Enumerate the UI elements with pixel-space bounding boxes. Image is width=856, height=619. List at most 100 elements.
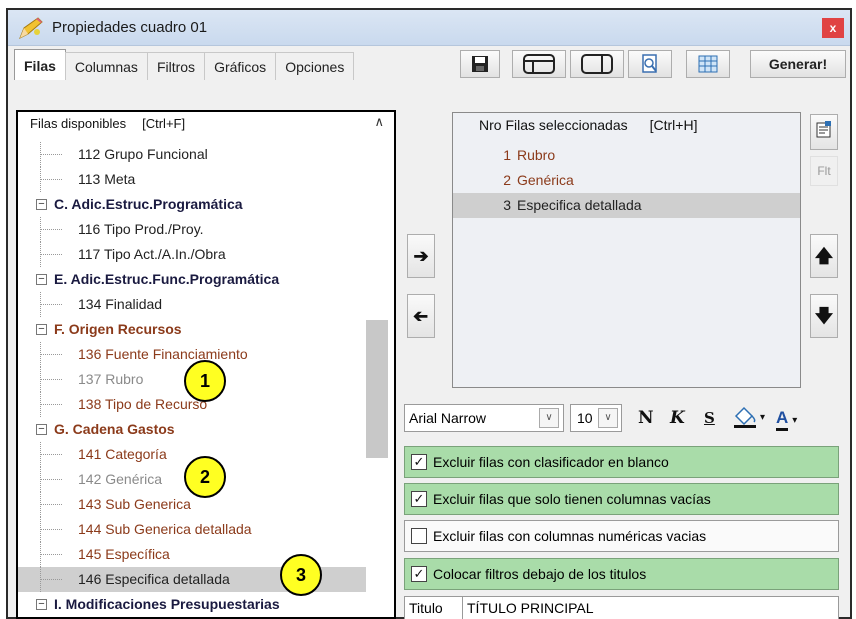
chevron-down-icon[interactable]: ∨: [598, 408, 618, 428]
tree-category-label: I. Modificaciones Presupuestarias: [54, 596, 280, 612]
collapse-icon[interactable]: −: [36, 199, 47, 210]
chevron-down-icon[interactable]: ∨: [539, 408, 559, 428]
window-title: Propiedades cuadro 01: [52, 19, 208, 36]
tree-category[interactable]: − C. Adic.Estruc.Programática: [18, 192, 366, 217]
move-down-button[interactable]: 🡇: [810, 294, 838, 338]
bold-button[interactable]: N: [638, 404, 654, 432]
option-filters-below-titles[interactable]: ✓ Colocar filtros debajo de los titulos: [404, 558, 839, 590]
selected-row[interactable]: 1 Rubro: [453, 143, 800, 168]
paint-bucket-icon: ▾: [734, 406, 765, 428]
tree-item-label: 134 Finalidad: [78, 296, 163, 312]
option-exclude-empty-numeric[interactable]: Excluir filas con columnas numéricas vac…: [404, 520, 839, 552]
titulo-field: Titulo TÍTULO PRINCIPAL: [404, 596, 839, 619]
selected-rows-header: Nro Filas seleccionadas [Ctrl+H]: [479, 117, 697, 133]
move-up-button[interactable]: 🡅: [810, 234, 838, 278]
tab-filtros[interactable]: Filtros: [146, 52, 206, 80]
tree-item-label: 137 Rubro: [78, 371, 144, 387]
save-button[interactable]: [460, 50, 500, 78]
selected-row-label: Especifica detallada: [517, 197, 642, 213]
tree-category[interactable]: − G. Cadena Gastos: [18, 417, 366, 442]
tree-branch-line: [40, 517, 68, 542]
arrow-up-icon: 🡅: [814, 246, 834, 266]
tree-item[interactable]: 116 Tipo Prod./Proy.: [18, 217, 366, 242]
scroll-up-arrow-icon[interactable]: ∧: [374, 114, 384, 130]
option-label: Excluir filas con clasificador en blanco: [433, 454, 669, 470]
floppy-disk-icon: [472, 56, 488, 72]
option-label: Excluir filas con columnas numéricas vac…: [433, 528, 707, 544]
remove-row-button[interactable]: ➔: [407, 294, 435, 338]
arrow-left-icon: ➔: [413, 306, 429, 326]
available-rows-shortcut: [Ctrl+F]: [142, 116, 186, 131]
tab-opciones[interactable]: Opciones: [275, 52, 355, 80]
italic-button[interactable]: K: [670, 404, 685, 432]
tree-item-label: 112 Grupo Funcional: [78, 146, 208, 162]
checkbox-exclude-blank[interactable]: ✓: [411, 454, 427, 470]
font-size-select[interactable]: 10 ∨: [570, 404, 622, 432]
tree-branch-line: [40, 242, 68, 267]
tree-item[interactable]: 112 Grupo Funcional: [18, 142, 366, 167]
tree-branch-line: [40, 392, 68, 417]
tree-branch-line: [40, 167, 68, 192]
tree-item-label: 142 Genérica: [78, 471, 163, 487]
preview-button[interactable]: [628, 50, 672, 78]
tree-category[interactable]: − E. Adic.Estruc.Func.Programática: [18, 267, 366, 292]
collapse-icon[interactable]: −: [36, 274, 47, 285]
arrow-down-icon: 🡇: [814, 306, 834, 326]
checkbox-exclude-empty-numeric[interactable]: [411, 528, 427, 544]
titulo-label: Titulo: [405, 597, 463, 619]
tree-category[interactable]: − F. Origen Recursos: [18, 317, 366, 342]
tree-item-label: 117 Tipo Act./A.In./Obra: [78, 246, 226, 262]
tree-item[interactable]: 117 Tipo Act./A.In./Obra: [18, 242, 366, 267]
chevron-down-icon: ▾: [792, 415, 798, 426]
selected-row-label: Rubro: [517, 147, 556, 163]
checkbox-exclude-empty-columns[interactable]: ✓: [411, 491, 427, 507]
tab-graficos[interactable]: Gráficos: [204, 52, 277, 80]
collapse-icon[interactable]: −: [36, 599, 47, 610]
selected-row[interactable]: 2 Genérica: [453, 168, 800, 193]
strike-button[interactable]: S: [704, 404, 715, 432]
tree-branch-line: [40, 542, 68, 567]
svg-text:▾: ▾: [760, 412, 765, 423]
arrow-right-icon: ➔: [413, 246, 429, 266]
generate-button[interactable]: Generar!: [750, 50, 846, 78]
tab-columnas[interactable]: Columnas: [64, 52, 148, 80]
layout-header-button[interactable]: [512, 50, 566, 78]
font-color-button[interactable]: A ▾: [776, 404, 816, 432]
scrollbar-thumb[interactable]: [366, 320, 388, 458]
tree-item[interactable]: 144 Sub Generica detallada: [18, 517, 366, 542]
font-family-select[interactable]: Arial Narrow ∨: [404, 404, 564, 432]
row-properties-button[interactable]: [810, 114, 838, 150]
tree-category[interactable]: − I. Modificaciones Presupuestarias: [18, 592, 366, 617]
tab-filas[interactable]: Filas: [14, 49, 66, 80]
tree-item[interactable]: 134 Finalidad: [18, 292, 366, 317]
tree-item[interactable]: 143 Sub Generica: [18, 492, 366, 517]
table-grid-icon: [698, 55, 718, 73]
callout-marker-1: 1: [184, 360, 226, 402]
close-button[interactable]: x: [822, 18, 844, 38]
selected-row[interactable]: 3 Especifica detallada: [453, 193, 800, 218]
layout-columns-button[interactable]: [570, 50, 624, 78]
tree-category-label: E. Adic.Estruc.Func.Programática: [54, 271, 280, 287]
font-color-letter: A: [776, 408, 789, 431]
fill-color-button[interactable]: ▾: [730, 404, 770, 432]
selected-rows-list[interactable]: Nro Filas seleccionadas [Ctrl+H] 1 Rubro 2 G…: [452, 112, 801, 388]
tree-item[interactable]: 113 Meta: [18, 167, 366, 192]
collapse-icon[interactable]: −: [36, 424, 47, 435]
layout-header-icon: [523, 54, 555, 74]
option-exclude-empty-columns[interactable]: ✓ Excluir filas que solo tienen columnas…: [404, 483, 839, 515]
grid-view-button[interactable]: [686, 50, 730, 78]
title-bar: Propiedades cuadro 01 x: [8, 10, 850, 46]
checkbox-filters-below-titles[interactable]: ✓: [411, 566, 427, 582]
nro-column-header: Nro: [479, 117, 502, 133]
add-row-button[interactable]: ➔: [407, 234, 435, 278]
tree-category-label: C. Adic.Estruc.Programática: [54, 196, 243, 212]
tree-branch-line: [40, 342, 68, 367]
filter-button[interactable]: Flt: [810, 156, 838, 186]
selected-row-number: 3: [503, 197, 511, 213]
selected-rows-shortcut: [Ctrl+H]: [649, 117, 698, 133]
titulo-input[interactable]: TÍTULO PRINCIPAL: [467, 597, 594, 619]
tree-branch-line: [40, 217, 68, 242]
option-exclude-blank[interactable]: ✓ Excluir filas con clasificador en blan…: [404, 446, 839, 478]
tree-branch-line: [40, 442, 68, 467]
collapse-icon[interactable]: −: [36, 324, 47, 335]
